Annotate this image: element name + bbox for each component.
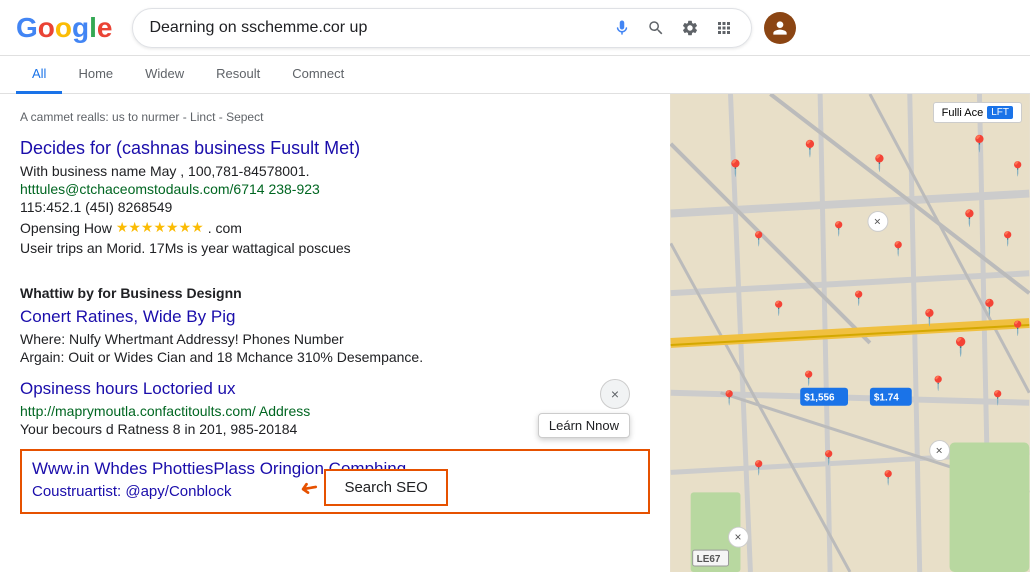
svg-text:📍: 📍: [850, 290, 867, 307]
apps-button[interactable]: [713, 17, 735, 39]
svg-text:📍: 📍: [979, 298, 999, 317]
search-button[interactable]: [645, 17, 667, 39]
result-1-extra: Useir trips an Morid. 17Ms is year watta…: [20, 240, 650, 256]
svg-text:📍: 📍: [800, 139, 820, 158]
result-1-phone: 115:452.1 (45I) 8268549: [20, 199, 650, 215]
mic-icon: [613, 19, 631, 37]
svg-text:📍: 📍: [999, 230, 1016, 247]
logo-letter-g: G: [16, 12, 38, 44]
main-content: A cammet realls: us to nurmer - Linct - …: [0, 94, 1030, 572]
map-svg: 📍 📍 📍 📍 📍 📍 📍 📍 📍 📍 📍 📍 📍 📍 📍 📍 📍 📍 📍 📍 …: [670, 94, 1030, 572]
svg-text:📍: 📍: [890, 240, 907, 257]
tab-home[interactable]: Home: [62, 56, 129, 94]
result-4-container: Www.in Whdes PhottiesPlass Oringion Comp…: [20, 449, 650, 514]
popup-close-button[interactable]: ×: [600, 379, 630, 409]
logo-letter-o1: o: [38, 12, 55, 44]
svg-text:📍: 📍: [726, 159, 746, 178]
svg-text:📍: 📍: [770, 300, 787, 317]
map-badge-label: LFT: [987, 106, 1013, 119]
logo-letter-e: e: [97, 12, 113, 44]
popup-tooltip: Leárn Nnow: [538, 413, 630, 438]
svg-text:📍: 📍: [830, 220, 847, 237]
result-2-desc2: Argain: Ouit or Wides Cian and 18 Mchanc…: [20, 349, 650, 365]
rating-prefix: Opensing How: [20, 220, 112, 236]
svg-text:📍: 📍: [950, 336, 972, 357]
search-input[interactable]: [149, 19, 603, 37]
search-icon: [647, 19, 665, 37]
svg-text:×: ×: [734, 530, 741, 544]
map-badge: Fulli Ace LFT: [933, 102, 1022, 123]
avatar-icon: [770, 18, 790, 38]
result-2-desc1: Where: Nulfy Whertmant Addressy! Phones …: [20, 331, 650, 347]
tab-all[interactable]: All: [16, 56, 62, 94]
svg-text:×: ×: [936, 443, 943, 457]
tab-widew[interactable]: Widew: [129, 56, 200, 94]
result-1-link[interactable]: htttules@ctchaceomstodauls.com/6714 238-…: [20, 181, 650, 197]
search-seo-container: ➜ Search SEO: [300, 469, 448, 506]
svg-text:📍: 📍: [1009, 161, 1026, 178]
apps-icon: [715, 19, 733, 37]
svg-text:📍: 📍: [800, 370, 817, 387]
result-1-title[interactable]: Decides for (cashnas business Fusult Met…: [20, 138, 650, 159]
logo-letter-g2: g: [72, 12, 89, 44]
svg-text:📍: 📍: [750, 459, 767, 476]
map-badge-text: Fulli Ace: [942, 107, 984, 119]
header: G o o g l e: [0, 0, 1030, 56]
settings-button[interactable]: [679, 17, 701, 39]
logo-letter-o2: o: [55, 12, 72, 44]
search-bar: [132, 8, 752, 48]
result-1: Decides for (cashnas business Fusult Met…: [20, 138, 650, 269]
svg-text:📍: 📍: [920, 308, 940, 327]
rating-suffix: . com: [208, 220, 242, 236]
settings-icon: [681, 19, 699, 37]
mic-button[interactable]: [611, 17, 633, 39]
svg-text:×: ×: [874, 214, 881, 228]
result-2: Whattiw by for Business Designn Conert R…: [20, 285, 650, 365]
svg-text:📍: 📍: [880, 469, 897, 486]
svg-text:📍: 📍: [870, 154, 890, 173]
svg-text:📍: 📍: [960, 208, 980, 227]
result-3: Opsiness hours Loctoried ux http://mapry…: [20, 379, 650, 437]
svg-text:LE67: LE67: [697, 554, 721, 565]
svg-text:📍: 📍: [1009, 320, 1026, 337]
meta-info: A cammet realls: us to nurmer - Linct - …: [20, 110, 650, 124]
tab-resoult[interactable]: Resoult: [200, 56, 276, 94]
svg-text:📍: 📍: [970, 134, 990, 153]
svg-text:$1.74: $1.74: [874, 393, 899, 404]
avatar[interactable]: [764, 12, 796, 44]
arrow-icon: ➜: [298, 473, 321, 502]
logo-letter-l: l: [89, 12, 97, 44]
map-panel: 📍 📍 📍 📍 📍 📍 📍 📍 📍 📍 📍 📍 📍 📍 📍 📍 📍 📍 📍 📍 …: [670, 94, 1030, 572]
search-seo-box: Search SEO: [324, 469, 447, 506]
svg-text:📍: 📍: [930, 375, 947, 392]
stars-icon: ★★★★★★★: [116, 219, 204, 236]
popup-container: × Leárn Nnow: [538, 379, 630, 438]
google-logo: G o o g l e: [16, 12, 112, 44]
svg-text:$1,556: $1,556: [804, 393, 835, 404]
rating-line: Opensing How ★★★★★★★ . com: [20, 219, 650, 236]
svg-text:📍: 📍: [750, 230, 767, 247]
search-results-panel: A cammet realls: us to nurmer - Linct - …: [0, 94, 670, 572]
result-2-section-title: Whattiw by for Business Designn: [20, 285, 650, 301]
nav-tabs: All Home Widew Resoult Comnect: [0, 56, 1030, 94]
svg-text:📍: 📍: [721, 390, 738, 407]
search-icon-group: [611, 17, 735, 39]
result-2-title[interactable]: Conert Ratines, Wide By Pig: [20, 307, 650, 327]
tab-comnect[interactable]: Comnect: [276, 56, 360, 94]
result-1-desc: With business name May , 100,781-8457800…: [20, 163, 650, 179]
svg-text:📍: 📍: [820, 449, 837, 466]
svg-text:📍: 📍: [989, 390, 1006, 407]
